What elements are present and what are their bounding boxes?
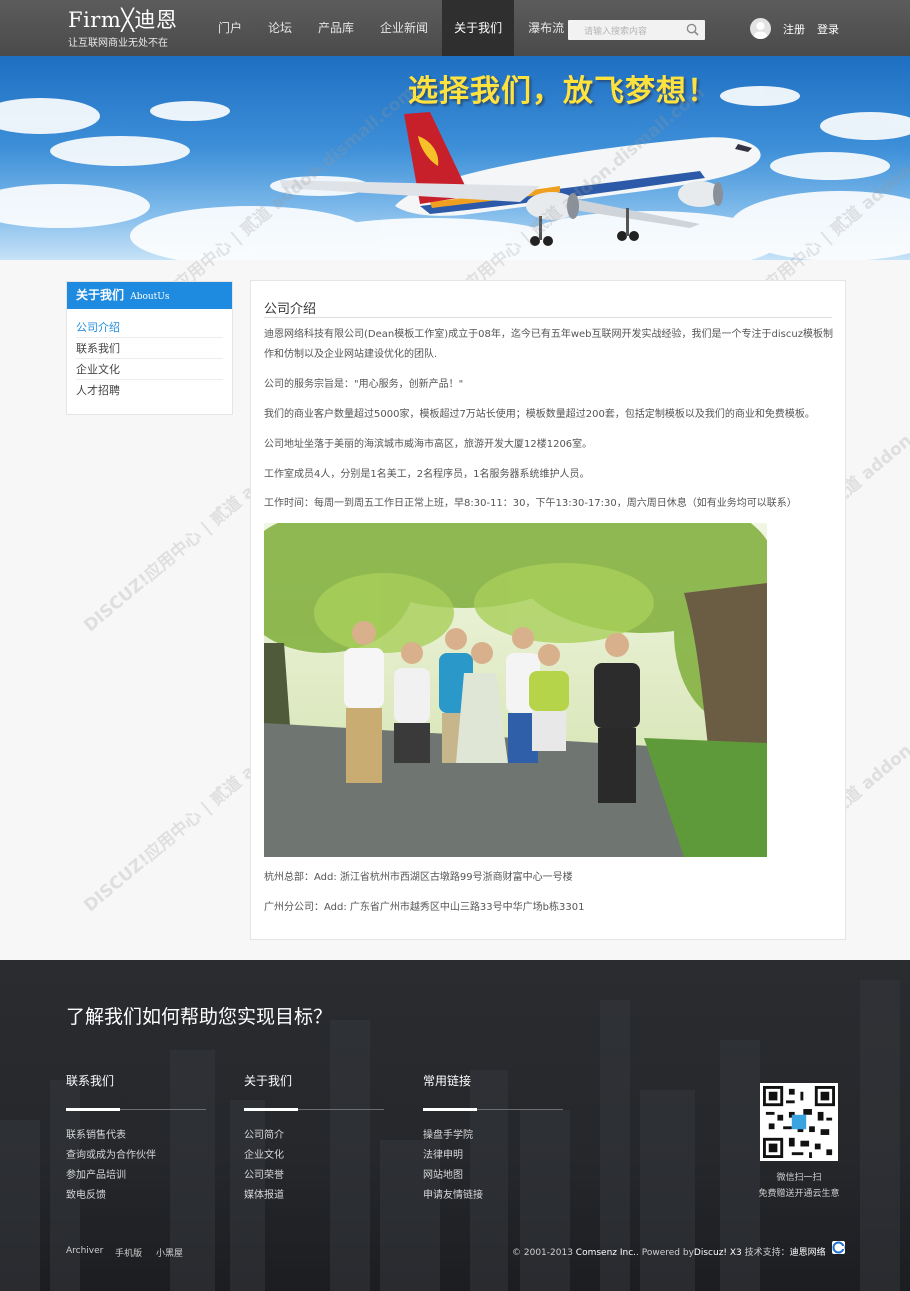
sidebar-item-jobs[interactable]: 人才招聘 (76, 380, 223, 401)
top-header: Firm╳迪恩 让互联网商业无处不在 门户 论坛 产品库 企业新闻 关于我们 瀑… (0, 0, 910, 56)
nav-item-about[interactable]: 关于我们 (442, 0, 515, 56)
footer-link[interactable]: 查询或成为合作伙伴 (66, 1146, 206, 1166)
support-name[interactable]: 迪恩网络 (790, 1248, 826, 1258)
team-photo (264, 523, 767, 857)
avatar[interactable] (750, 18, 771, 39)
footer-link[interactable]: 联系销售代表 (66, 1126, 206, 1146)
main-nav: 门户 论坛 产品库 企业新闻 关于我们 瀑布流 (205, 0, 577, 56)
footer-archiver-link[interactable]: Archiver (66, 1246, 103, 1256)
footer-link[interactable]: 企业文化 (244, 1146, 384, 1166)
address-hangzhou: 杭州总部：Add: 浙江省杭州市西湖区古墩路99号浙商财富中心一号楼 (264, 872, 573, 883)
nav-item-products[interactable]: 产品库 (306, 0, 366, 56)
intro-paragraph: 公司地址坐落于美丽的海滨城市威海市高区，旅游开发大厦12楼1206室。 (264, 439, 593, 450)
footer-divider (66, 1108, 206, 1111)
powered-product[interactable]: Discuz! X3 (694, 1248, 742, 1258)
footer-column-title: 联系我们 (66, 1074, 115, 1088)
footer-blackroom-link[interactable]: 小黑屋 (156, 1246, 183, 1259)
footer-link[interactable]: 法律申明 (423, 1146, 563, 1166)
footer-column-contact: 联系我们 联系销售代表 查询或成为合作伙伴 参加产品培训 致电反馈 (66, 1072, 206, 1206)
footer-mobile-link[interactable]: 手机版 (115, 1246, 142, 1259)
sidebar: 关于我们 AboutUs 公司介绍 联系我们 企业文化 人才招聘 (66, 281, 233, 415)
support-prefix: 技术支持： (741, 1248, 790, 1258)
powered-prefix: . Powered by (636, 1248, 694, 1258)
footer-link[interactable]: 参加产品培训 (66, 1166, 206, 1186)
footer-column-about: 关于我们 公司简介 企业文化 公司荣誉 媒体报道 (244, 1072, 384, 1206)
footer-link[interactable]: 网站地图 (423, 1166, 563, 1186)
site-logo[interactable]: Firm╳迪恩 让互联网商业无处不在 (68, 8, 177, 49)
sidebar-title-en: AboutUs (130, 292, 170, 302)
footer-column-title: 常用链接 (423, 1074, 472, 1088)
footer-link[interactable]: 申请友情链接 (423, 1186, 563, 1206)
login-link[interactable]: 登录 (817, 21, 839, 37)
sidebar-list: 公司介绍 联系我们 企业文化 人才招聘 (67, 309, 232, 401)
sidebar-item-contact[interactable]: 联系我们 (76, 338, 223, 359)
nav-item-news[interactable]: 企业新闻 (368, 0, 440, 56)
badge-glyph (832, 1241, 845, 1254)
qr-code (760, 1083, 838, 1161)
search-input[interactable]: 请输入搜索内容 (584, 24, 647, 37)
logo-text: Firm╳迪恩 (68, 8, 178, 32)
footer-link[interactable]: 致电反馈 (66, 1186, 206, 1206)
hero-banner: 选择我们，放飞梦想！ (0, 56, 910, 260)
address-guangzhou: 广州分公司：Add: 广东省广州市越秀区中山三路33号中华广场b栋3301 (264, 902, 585, 913)
intro-paragraph: 工作时间：每周一到周五工作日正常上班，早8:30-11：30，下午13:30-1… (264, 498, 797, 509)
intro-paragraph: 工作室成员4人，分别是1名美工，2名程序员，1名服务器系统维护人员。 (264, 469, 590, 480)
footer-column-links: 常用链接 操盘手学院 法律申明 网站地图 申请友情链接 (423, 1072, 563, 1206)
footer-link[interactable]: 公司简介 (244, 1126, 384, 1146)
footer-divider (244, 1108, 384, 1111)
footer-column-title: 关于我们 (244, 1074, 293, 1088)
banner-slogan: 选择我们，放飞梦想！ (408, 74, 718, 109)
intro-paragraph: 我们的商业客户数量超过5000家，模板超过7万站长使用；模板数量超过200套，包… (264, 409, 815, 420)
footer-link[interactable]: 公司荣誉 (244, 1166, 384, 1186)
site-footer: 了解我们如何帮助您实现目标？ 联系我们 联系销售代表 查询或成为合作伙伴 参加产… (0, 960, 910, 1291)
footer-link[interactable]: 操盘手学院 (423, 1126, 563, 1146)
footer-divider (423, 1108, 563, 1111)
sidebar-title: 关于我们 (76, 288, 125, 302)
sidebar-item-intro[interactable]: 公司介绍 (76, 317, 223, 338)
user-icon (753, 22, 768, 39)
copyright-prefix: © 2001-2013 (512, 1248, 576, 1258)
qr-caption: 微信扫一扫 (776, 1173, 822, 1183)
search-box[interactable]: 请输入搜索内容 (568, 20, 705, 40)
footer-headline: 了解我们如何帮助您实现目标？ (66, 1006, 333, 1028)
main-content: 公司介绍 迪恩网络科技有限公司(Dean模板工作室)成立于08年，迄今已有五年w… (250, 280, 846, 940)
logo-tagline: 让互联网商业无处不在 (68, 38, 168, 49)
copyright: © 2001-2013 Comsenz Inc.. Powered byDisc… (512, 1245, 826, 1258)
qr-caption: 免费赠送开通云生意 (758, 1189, 840, 1199)
team-photo-image (264, 523, 767, 857)
nav-item-forum[interactable]: 论坛 (256, 0, 304, 56)
page-title: 公司介绍 (264, 298, 832, 318)
cnzz-badge-icon[interactable] (832, 1241, 845, 1254)
qr-code-icon (763, 1086, 835, 1158)
nav-item-portal[interactable]: 门户 (206, 0, 254, 56)
intro-paragraph: 公司的服务宗旨是："用心服务，创新产品！" (264, 379, 464, 390)
sidebar-item-culture[interactable]: 企业文化 (76, 359, 223, 380)
intro-paragraph: 迪恩网络科技有限公司(Dean模板工作室)成立于08年，迄今已有五年web互联网… (264, 329, 833, 360)
sidebar-header: 关于我们 AboutUs (67, 282, 232, 309)
copyright-company[interactable]: Comsenz Inc. (576, 1248, 636, 1258)
footer-link[interactable]: 媒体报道 (244, 1186, 384, 1206)
register-link[interactable]: 注册 (783, 21, 805, 37)
search-icon[interactable] (686, 23, 699, 36)
